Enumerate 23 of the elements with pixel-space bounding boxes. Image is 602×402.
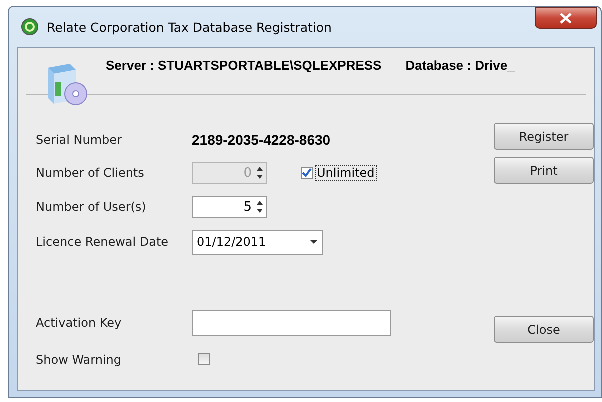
app-logo-icon [21, 18, 39, 36]
dialog-button[interactable]: Register [494, 123, 594, 150]
database-name: Database : Drive_ [406, 58, 515, 73]
field-label: Number of Clients [36, 166, 146, 180]
field-label: Activation Key [36, 316, 123, 330]
check-mark-icon [302, 168, 312, 178]
serial-number: 2189-2035-4228-8630 [192, 132, 331, 148]
window-title: Relate Corporation Tax Database Registration [47, 20, 333, 34]
show-warning-checkbox[interactable] [198, 353, 210, 365]
dialog-button[interactable]: Close [494, 316, 594, 343]
field-label: Show Warning [36, 352, 123, 366]
dialog-button[interactable]: Print [494, 157, 594, 184]
field-label: Licence Renewal Date [36, 235, 170, 249]
spin-arrows-icon[interactable] [256, 199, 264, 215]
number-spinner[interactable]: 5 [192, 196, 267, 218]
field-label: Serial Number [36, 132, 123, 146]
field-label: Number of User(s) [36, 200, 148, 214]
server-name: Server : STUARTSPORTABLE\SQLEXPRESS [106, 58, 382, 73]
activation-key-field[interactable] [192, 310, 391, 336]
close-icon [559, 12, 573, 24]
date-dropdown[interactable]: 01/12/2011 [192, 230, 323, 254]
caret-icon [310, 240, 318, 244]
close-window-button[interactable] [535, 7, 597, 29]
